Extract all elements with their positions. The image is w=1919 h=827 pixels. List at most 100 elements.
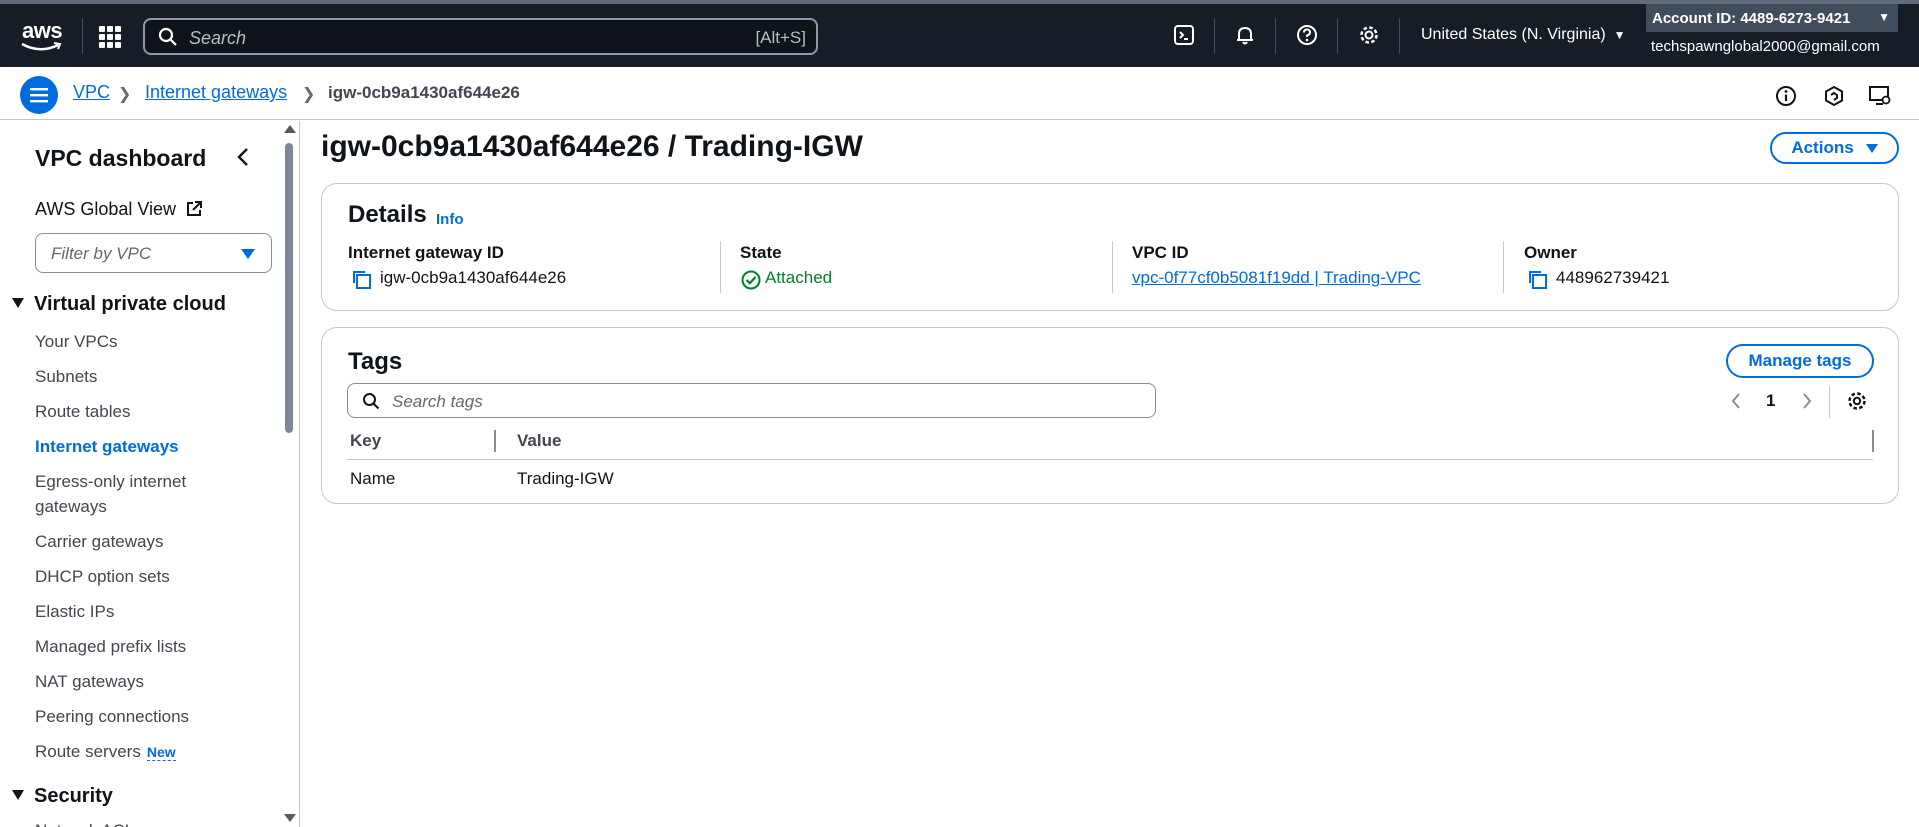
actions-label: Actions — [1791, 138, 1854, 157]
field-label-igw-id: Internet gateway ID — [348, 243, 504, 262]
section-virtual-private-cloud[interactable]: Virtual private cloud — [12, 293, 226, 316]
nav-divider — [1275, 18, 1276, 54]
sidebar-item-dhcp-option-sets[interactable]: DHCP option sets — [35, 564, 245, 589]
owner-value: 448962739421 — [1556, 268, 1670, 287]
caret-down-icon — [241, 249, 255, 259]
manage-tags-label: Manage tags — [1748, 351, 1852, 370]
top-navigation: aws Search [Alt+S] United States (N. Vir… — [0, 0, 1919, 67]
actions-button[interactable]: Actions — [1770, 132, 1899, 164]
sidebar-title[interactable]: VPC dashboard — [35, 145, 206, 172]
sidebar-item-subnets[interactable]: Subnets — [35, 364, 245, 389]
caret-down-icon: ▼ — [1613, 28, 1626, 42]
state-value: Attached — [765, 268, 833, 287]
column-header-value[interactable]: Value — [517, 431, 561, 451]
cloudshell-icon[interactable] — [1170, 21, 1198, 49]
info-panel-icon[interactable] — [1774, 84, 1798, 108]
details-card: Details Info Internet gateway ID igw-0cb… — [321, 183, 1899, 311]
tag-value-cell: Trading-IGW — [517, 469, 614, 488]
sidebar-item-nat-gateways[interactable]: NAT gateways — [35, 669, 245, 694]
column-divider — [720, 241, 721, 293]
caret-down-icon — [12, 790, 24, 800]
hamburger-menu-button[interactable] — [20, 76, 58, 114]
aws-logo[interactable]: aws — [20, 18, 64, 54]
global-search-input[interactable]: Search [Alt+S] — [143, 18, 818, 55]
caret-down-icon: ▼ — [1878, 10, 1890, 24]
search-icon — [363, 393, 380, 410]
region-selector[interactable]: United States (N. Virginia) ▼ — [1421, 26, 1626, 44]
bell-icon[interactable] — [1231, 21, 1259, 49]
section-label: Security — [34, 785, 113, 807]
sidebar-item-elastic-ips[interactable]: Elastic IPs — [35, 599, 245, 624]
search-icon — [158, 27, 177, 46]
filter-by-vpc-select[interactable]: Filter by VPC — [35, 233, 272, 273]
scrollbar-thumb[interactable] — [285, 143, 293, 433]
column-resizer[interactable] — [494, 430, 496, 452]
external-link-icon — [187, 201, 203, 216]
nav-divider — [82, 18, 83, 54]
services-grid-icon[interactable] — [99, 26, 121, 48]
breadcrumb-current: igw-0cb9a1430af644e26 — [328, 83, 520, 102]
aws-global-view-link[interactable]: AWS Global View — [35, 199, 203, 220]
display-settings-icon[interactable] — [1868, 84, 1892, 108]
nav-divider — [1214, 18, 1215, 54]
table-header-divider — [347, 459, 1873, 460]
search-shortcut: [Alt+S] — [755, 28, 806, 47]
help-icon[interactable] — [1293, 21, 1321, 49]
side-navigation: VPC dashboard AWS Global View Filter by … — [0, 121, 300, 827]
breadcrumb-internet-gateways[interactable]: Internet gateways — [145, 82, 287, 103]
sidebar-item-route-tables[interactable]: Route tables — [35, 399, 245, 424]
pagination-divider — [1829, 386, 1830, 418]
vpc-id-link[interactable]: vpc-0f77cf0b5081f19dd | Trading-VPC — [1132, 268, 1421, 288]
collapse-sidebar-icon[interactable] — [236, 147, 250, 167]
sidebar-item-egress-only-internet-gateways[interactable]: Egress-only internet gateways — [35, 469, 235, 519]
section-security[interactable]: Security — [12, 785, 113, 808]
app: aws Search [Alt+S] United States (N. Vir… — [0, 0, 1919, 827]
gear-icon[interactable] — [1846, 390, 1868, 412]
search-tags-placeholder: Search tags — [392, 392, 483, 411]
copy-icon[interactable] — [351, 269, 373, 291]
breadcrumb-bar: VPC ❯ Internet gateways ❯ igw-0cb9a1430a… — [0, 67, 1919, 120]
account-id: Account ID: 4489-6273-9421 — [1652, 10, 1851, 27]
scroll-down-icon[interactable] — [284, 814, 296, 822]
global-view-label: AWS Global View — [35, 199, 177, 219]
column-resizer[interactable] — [1872, 430, 1874, 452]
chevron-right-icon: ❯ — [118, 86, 132, 103]
account-menu[interactable]: Account ID: 4489-6273-9421 ▼ — [1646, 4, 1898, 32]
sidebar-item-label: Route servers — [35, 742, 141, 761]
sidebar-item-managed-prefix-lists[interactable]: Managed prefix lists — [35, 634, 245, 659]
chevron-right-icon[interactable] — [1801, 392, 1813, 410]
sidebar-item-route-servers[interactable]: Route servers New — [35, 739, 245, 765]
filter-placeholder: Filter by VPC — [51, 244, 152, 263]
gear-icon[interactable] — [1355, 21, 1383, 49]
field-label-vpc-id: VPC ID — [1132, 243, 1189, 262]
tags-heading: Tags — [348, 348, 403, 375]
column-header-key[interactable]: Key — [350, 431, 381, 451]
account-email[interactable]: techspawnglobal2000@gmail.com — [1651, 38, 1880, 55]
check-circle-icon — [741, 270, 761, 290]
nav-divider — [1337, 18, 1338, 54]
search-placeholder: Search — [189, 28, 247, 48]
sidebar-item-internet-gateways[interactable]: Internet gateways — [35, 434, 245, 459]
nav-divider — [1399, 18, 1400, 54]
sidebar-item-your-vpcs[interactable]: Your VPCs — [35, 329, 245, 354]
copy-icon[interactable] — [1527, 269, 1549, 291]
search-tags-input[interactable]: Search tags — [347, 383, 1156, 418]
sidebar-item-carrier-gateways[interactable]: Carrier gateways — [35, 529, 245, 554]
details-heading: Details — [348, 201, 427, 228]
top-strip — [0, 0, 1919, 4]
amazon-q-icon[interactable] — [1822, 84, 1846, 108]
section-label: Virtual private cloud — [34, 293, 226, 315]
page-number[interactable]: 1 — [1766, 391, 1775, 411]
info-link[interactable]: Info — [436, 211, 464, 228]
region-label: United States (N. Virginia) — [1421, 26, 1606, 43]
caret-down-icon — [1865, 143, 1878, 153]
chevron-left-icon[interactable] — [1730, 392, 1742, 410]
scroll-up-icon[interactable] — [284, 125, 296, 133]
manage-tags-button[interactable]: Manage tags — [1726, 344, 1874, 378]
caret-down-icon — [12, 298, 24, 308]
breadcrumb-vpc[interactable]: VPC — [73, 82, 110, 103]
sidebar-item-peering-connections[interactable]: Peering connections — [35, 704, 245, 729]
sidebar-item-network-acls[interactable]: Network ACLs — [35, 818, 245, 827]
hamburger-icon — [30, 88, 48, 103]
page-title: igw-0cb9a1430af644e26 / Trading-IGW — [321, 130, 863, 163]
